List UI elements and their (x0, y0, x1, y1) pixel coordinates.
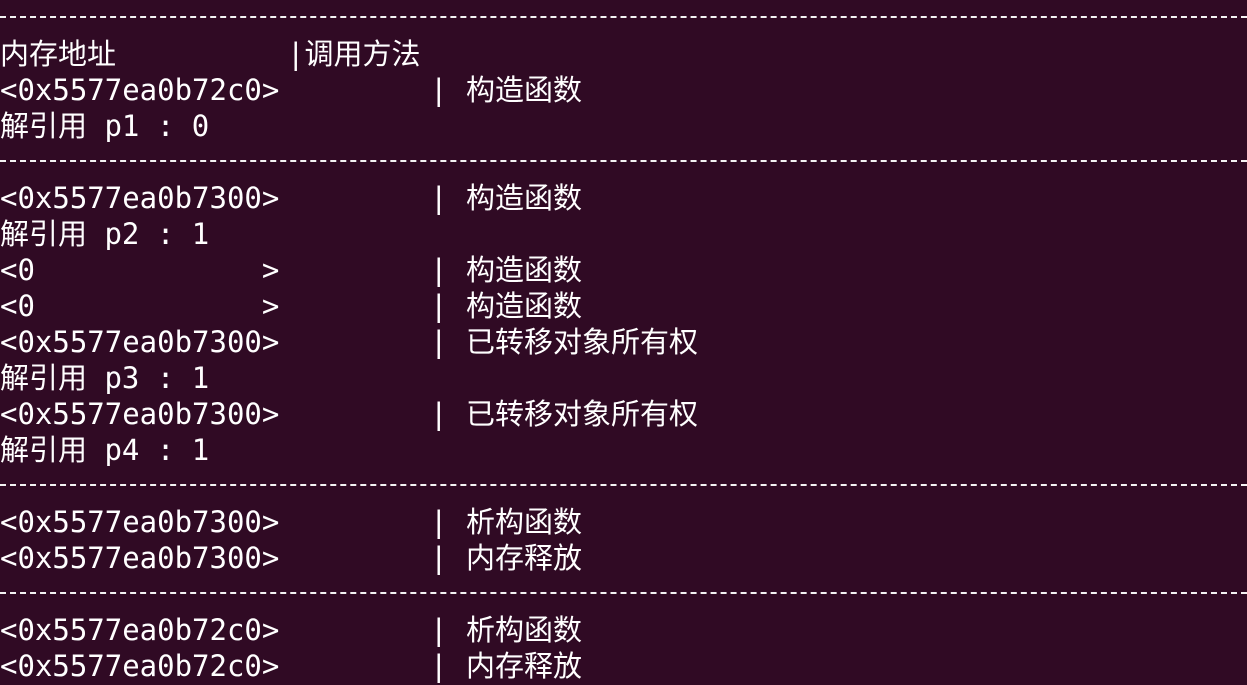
memory-address: <0 > (0, 289, 280, 323)
title-separator-line: unique_int (0, 0, 1247, 36)
entry-line: <0 > | 构造函数 (0, 288, 1247, 324)
entry-line: <0x5577ea0b7300> | 构造函数 (0, 180, 1247, 216)
call-method: 内存释放 (466, 541, 583, 575)
entry-line: <0x5577ea0b7300> | 内存释放 (0, 540, 1247, 576)
entry-line: <0x5577ea0b7300> | 已转移对象所有权 (0, 324, 1247, 360)
call-method: 析构函数 (466, 505, 583, 539)
separator-line (0, 468, 1247, 504)
column-divider: | (430, 397, 448, 431)
separator-line (0, 144, 1247, 180)
dashed-separator (0, 592, 1247, 594)
deref-line: 解引用 p2 : 1 (0, 216, 1247, 252)
memory-address: <0x5577ea0b7300> (0, 325, 280, 359)
entry-line: <0x5577ea0b7300> | 已转移对象所有权 (0, 396, 1247, 432)
call-method: 构造函数 (466, 181, 583, 215)
deref-line: 解引用 p4 : 1 (0, 432, 1247, 468)
header-address: 内存地址 (0, 37, 117, 71)
deref-text: 解引用 p3 : 1 (0, 361, 210, 395)
call-method: 已转移对象所有权 (466, 397, 699, 431)
output-lines: <0x5577ea0b72c0> | 构造函数 解引用 p1 : 0 <0x5577ea… (0, 72, 1247, 684)
call-method: 构造函数 (466, 289, 583, 323)
header-method: |调用方法 (287, 37, 421, 71)
entry-line: <0 > | 构造函数 (0, 252, 1247, 288)
terminal-window[interactable]: unique_int 内存地址 |调用方法 <0x5577ea0b72c0> | 构造… (0, 0, 1247, 685)
deref-text: 解引用 p2 : 1 (0, 217, 210, 251)
deref-text: 解引用 p4 : 1 (0, 433, 210, 467)
deref-text: 解引用 p1 : 0 (0, 109, 210, 143)
entry-line: <0x5577ea0b7300> | 析构函数 (0, 504, 1247, 540)
header-line: 内存地址 |调用方法 (0, 36, 1247, 72)
deref-line: 解引用 p1 : 0 (0, 108, 1247, 144)
memory-address: <0x5577ea0b7300> (0, 397, 280, 431)
entry-line: <0x5577ea0b72c0> | 析构函数 (0, 612, 1247, 648)
call-method: 析构函数 (466, 613, 583, 647)
call-method: 内存释放 (466, 649, 583, 683)
call-method: 构造函数 (466, 73, 583, 107)
call-method: 已转移对象所有权 (466, 325, 699, 359)
separator-line (0, 576, 1247, 612)
memory-address: <0 > (0, 253, 280, 287)
deref-line: 解引用 p3 : 1 (0, 360, 1247, 396)
memory-address: <0x5577ea0b7300> (0, 181, 280, 215)
memory-address: <0x5577ea0b72c0> (0, 649, 280, 683)
memory-address: <0x5577ea0b7300> (0, 505, 280, 539)
column-divider: | (430, 325, 448, 359)
column-divider: | (430, 505, 448, 539)
column-divider: | (430, 181, 448, 215)
entry-line: <0x5577ea0b72c0> | 构造函数 (0, 72, 1247, 108)
column-divider: | (430, 541, 448, 575)
column-divider: | (430, 253, 448, 287)
call-method: 构造函数 (466, 253, 583, 287)
memory-address: <0x5577ea0b72c0> (0, 73, 280, 107)
memory-address: <0x5577ea0b72c0> (0, 613, 280, 647)
column-divider: | (430, 613, 448, 647)
dashed-separator (0, 484, 1247, 486)
dashed-separator (0, 160, 1247, 162)
column-divider: | (430, 73, 448, 107)
entry-line: <0x5577ea0b72c0> | 内存释放 (0, 648, 1247, 684)
title-wrap: unique_int (0, 0, 1247, 36)
memory-address: <0x5577ea0b7300> (0, 541, 280, 575)
column-divider: | (430, 289, 448, 323)
column-divider: | (430, 649, 448, 683)
